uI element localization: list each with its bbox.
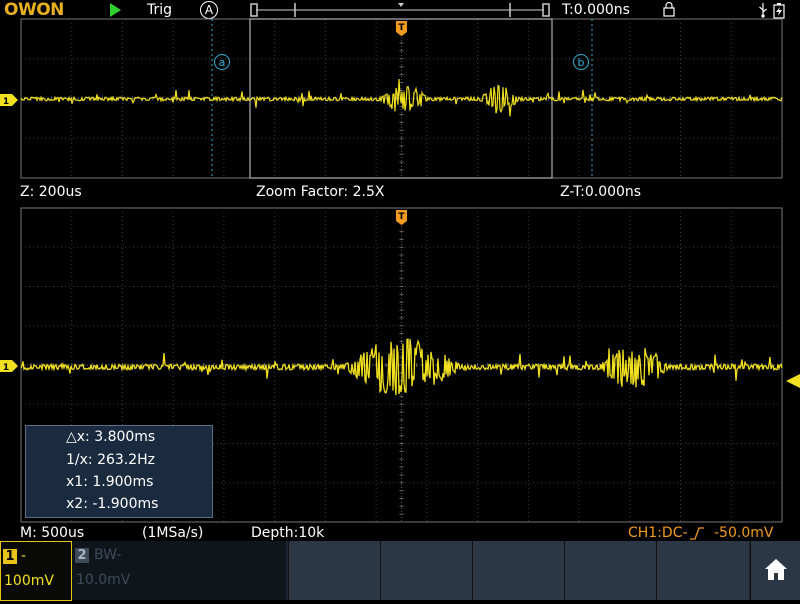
memory-depth: Depth:10k <box>251 525 325 541</box>
trigger-status: Trig <box>147 2 173 18</box>
ch2-coupling: BW- <box>94 547 122 563</box>
x2-readout: x2: -1.900ms <box>66 496 159 512</box>
zoom-trigger-time: Z-T:0.000ns <box>560 184 642 200</box>
home-button[interactable] <box>750 541 800 600</box>
overview-waveform-window[interactable]: a b T 1 <box>0 18 800 180</box>
battery-charging-icon <box>773 3 785 19</box>
ch2-status-button[interactable]: 2 BW- 10.0mV <box>72 541 286 600</box>
svg-text:1: 1 <box>3 363 9 373</box>
time-position: T:0.000ns <box>562 2 630 18</box>
svg-text:T: T <box>398 212 405 222</box>
lock-icon <box>663 2 675 17</box>
rising-edge-icon <box>690 527 704 540</box>
ch2-scale: 10.0mV <box>76 572 131 588</box>
ch1-coupling: - <box>21 548 27 564</box>
ch2-badge: 2 <box>75 548 89 563</box>
softkey-5[interactable] <box>656 541 749 600</box>
trigger-source-badge: A <box>200 1 218 19</box>
softkey-2[interactable] <box>380 541 472 600</box>
ch1-scale: 100mV <box>4 573 54 589</box>
trigger-level-marker[interactable] <box>786 374 800 388</box>
cursor-a-label: a <box>219 56 226 69</box>
trigger-position-marker-top[interactable]: T <box>396 21 407 36</box>
ch1-status-button[interactable]: 1 - 100mV <box>0 541 72 601</box>
svg-text:1: 1 <box>3 97 9 107</box>
ch1-level-marker-top[interactable]: 1 <box>0 94 18 107</box>
trigger-position-marker[interactable]: T <box>396 210 407 225</box>
delta-x-readout: △x: 3.800ms <box>66 429 156 445</box>
owon-logo: OWON <box>4 0 64 20</box>
zoom-timebase: Z: 200us <box>20 184 82 200</box>
softkey-1[interactable] <box>288 541 380 600</box>
zoom-factor: Zoom Factor: 2.5X <box>256 184 385 200</box>
memory-position-bar[interactable] <box>250 0 550 20</box>
home-icon <box>765 559 787 580</box>
trigger-info: CH1:DC- <box>628 525 688 541</box>
trigger-level: -50.0mV <box>714 525 774 541</box>
inverse-x-readout: 1/x: 263.2Hz <box>66 452 156 468</box>
sample-rate: (1MSa/s) <box>142 525 204 541</box>
ch1-badge: 1 <box>3 549 17 564</box>
ch1-overview-trace <box>20 78 783 117</box>
run-state-icon[interactable] <box>110 3 121 17</box>
top-status-bar: OWON Trig A T:0.000ns <box>0 0 800 20</box>
usb-icon <box>759 3 767 18</box>
cursor-b-label: b <box>578 56 585 69</box>
softkey-4[interactable] <box>564 541 656 600</box>
svg-text:T: T <box>398 23 405 33</box>
ch1-level-marker[interactable]: 1 <box>0 360 18 373</box>
softkey-3[interactable] <box>472 541 564 600</box>
x1-readout: x1: 1.900ms <box>66 474 154 490</box>
main-timebase: M: 500us <box>20 525 85 541</box>
cursor-measurement-panel: △x: 3.800ms 1/x: 263.2Hz x1: 1.900ms x2:… <box>25 425 213 518</box>
